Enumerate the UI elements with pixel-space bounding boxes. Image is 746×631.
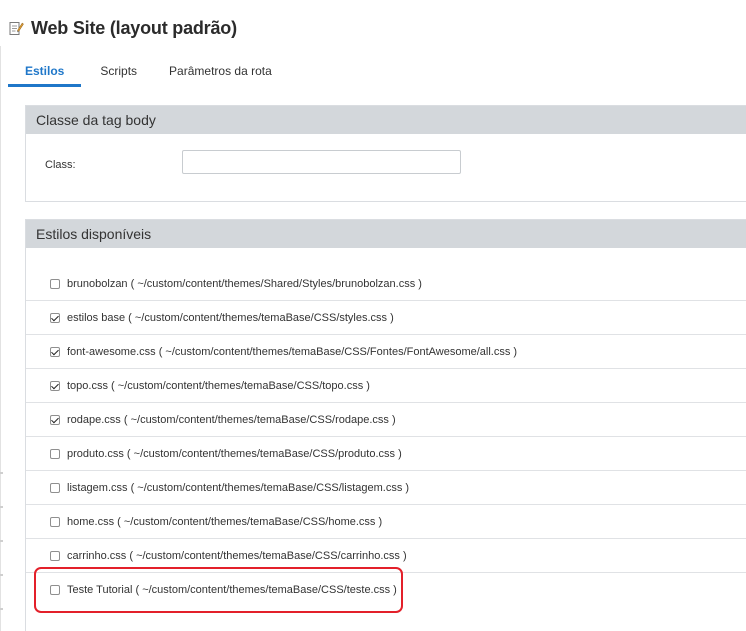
style-row-produto: produto.css ( ~/custom/content/themes/te… <box>26 437 746 471</box>
style-label: home.css ( ~/custom/content/themes/temaB… <box>67 515 383 528</box>
style-label: topo.css ( ~/custom/content/themes/temaB… <box>67 379 370 392</box>
page-title: Web Site (layout padrão) <box>31 17 237 38</box>
style-checkbox[interactable] <box>50 516 60 527</box>
style-label: produto.css ( ~/custom/content/themes/te… <box>67 447 402 460</box>
style-checkbox[interactable] <box>50 550 60 561</box>
style-checkbox[interactable] <box>50 585 60 595</box>
style-list: brunobolzan ( ~/custom/content/themes/Sh… <box>26 267 746 607</box>
style-row-rodape: rodape.css ( ~/custom/content/themes/tem… <box>26 403 746 437</box>
edit-page-icon <box>8 20 24 36</box>
style-label: carrinho.css ( ~/custom/content/themes/t… <box>67 549 407 562</box>
style-label: font-awesome.css ( ~/custom/content/them… <box>67 345 518 358</box>
style-checkbox[interactable] <box>50 380 60 391</box>
style-checkbox[interactable] <box>50 312 60 323</box>
body-class-panel: Classe da tag body Class: <box>25 105 746 202</box>
tab-bar: Estilos Scripts Parâmetros da rota <box>8 57 285 87</box>
page-header: Web Site (layout padrão) <box>8 15 237 41</box>
body-class-panel-heading: Classe da tag body <box>26 106 746 134</box>
style-label: listagem.css ( ~/custom/content/themes/t… <box>67 481 410 494</box>
tab-scripts[interactable]: Scripts <box>87 57 150 87</box>
tab-parametros-da-rota[interactable]: Parâmetros da rota <box>156 57 285 87</box>
style-checkbox[interactable] <box>50 278 60 289</box>
style-label: Teste Tutorial ( ~/custom/content/themes… <box>67 584 397 596</box>
style-checkbox[interactable] <box>50 482 60 493</box>
style-row-home: home.css ( ~/custom/content/themes/temaB… <box>26 505 746 539</box>
style-checkbox[interactable] <box>50 346 60 357</box>
style-row-estilos-base: estilos base ( ~/custom/content/themes/t… <box>26 301 746 335</box>
style-label: estilos base ( ~/custom/content/themes/t… <box>67 311 394 324</box>
class-input[interactable] <box>182 150 461 174</box>
available-styles-panel-heading: Estilos disponíveis <box>26 220 746 248</box>
left-edge-ticks <box>0 440 3 631</box>
style-row-brunobolzan: brunobolzan ( ~/custom/content/themes/Sh… <box>26 267 746 301</box>
tab-estilos[interactable]: Estilos <box>8 57 82 87</box>
available-styles-panel: Estilos disponíveis brunobolzan ( ~/cust… <box>25 219 746 631</box>
style-checkbox[interactable] <box>50 414 60 425</box>
style-checkbox[interactable] <box>50 448 60 459</box>
style-row-carrinho: carrinho.css ( ~/custom/content/themes/t… <box>26 539 746 573</box>
class-field-label: Class: <box>45 159 76 171</box>
style-label: rodape.css ( ~/custom/content/themes/tem… <box>67 413 396 426</box>
style-label: brunobolzan ( ~/custom/content/themes/Sh… <box>67 277 422 290</box>
style-row-font-awesome: font-awesome.css ( ~/custom/content/them… <box>26 335 746 369</box>
style-row-teste-tutorial: Teste Tutorial ( ~/custom/content/themes… <box>26 573 746 607</box>
style-row-listagem: listagem.css ( ~/custom/content/themes/t… <box>26 471 746 505</box>
style-row-topo: topo.css ( ~/custom/content/themes/temaB… <box>26 369 746 403</box>
